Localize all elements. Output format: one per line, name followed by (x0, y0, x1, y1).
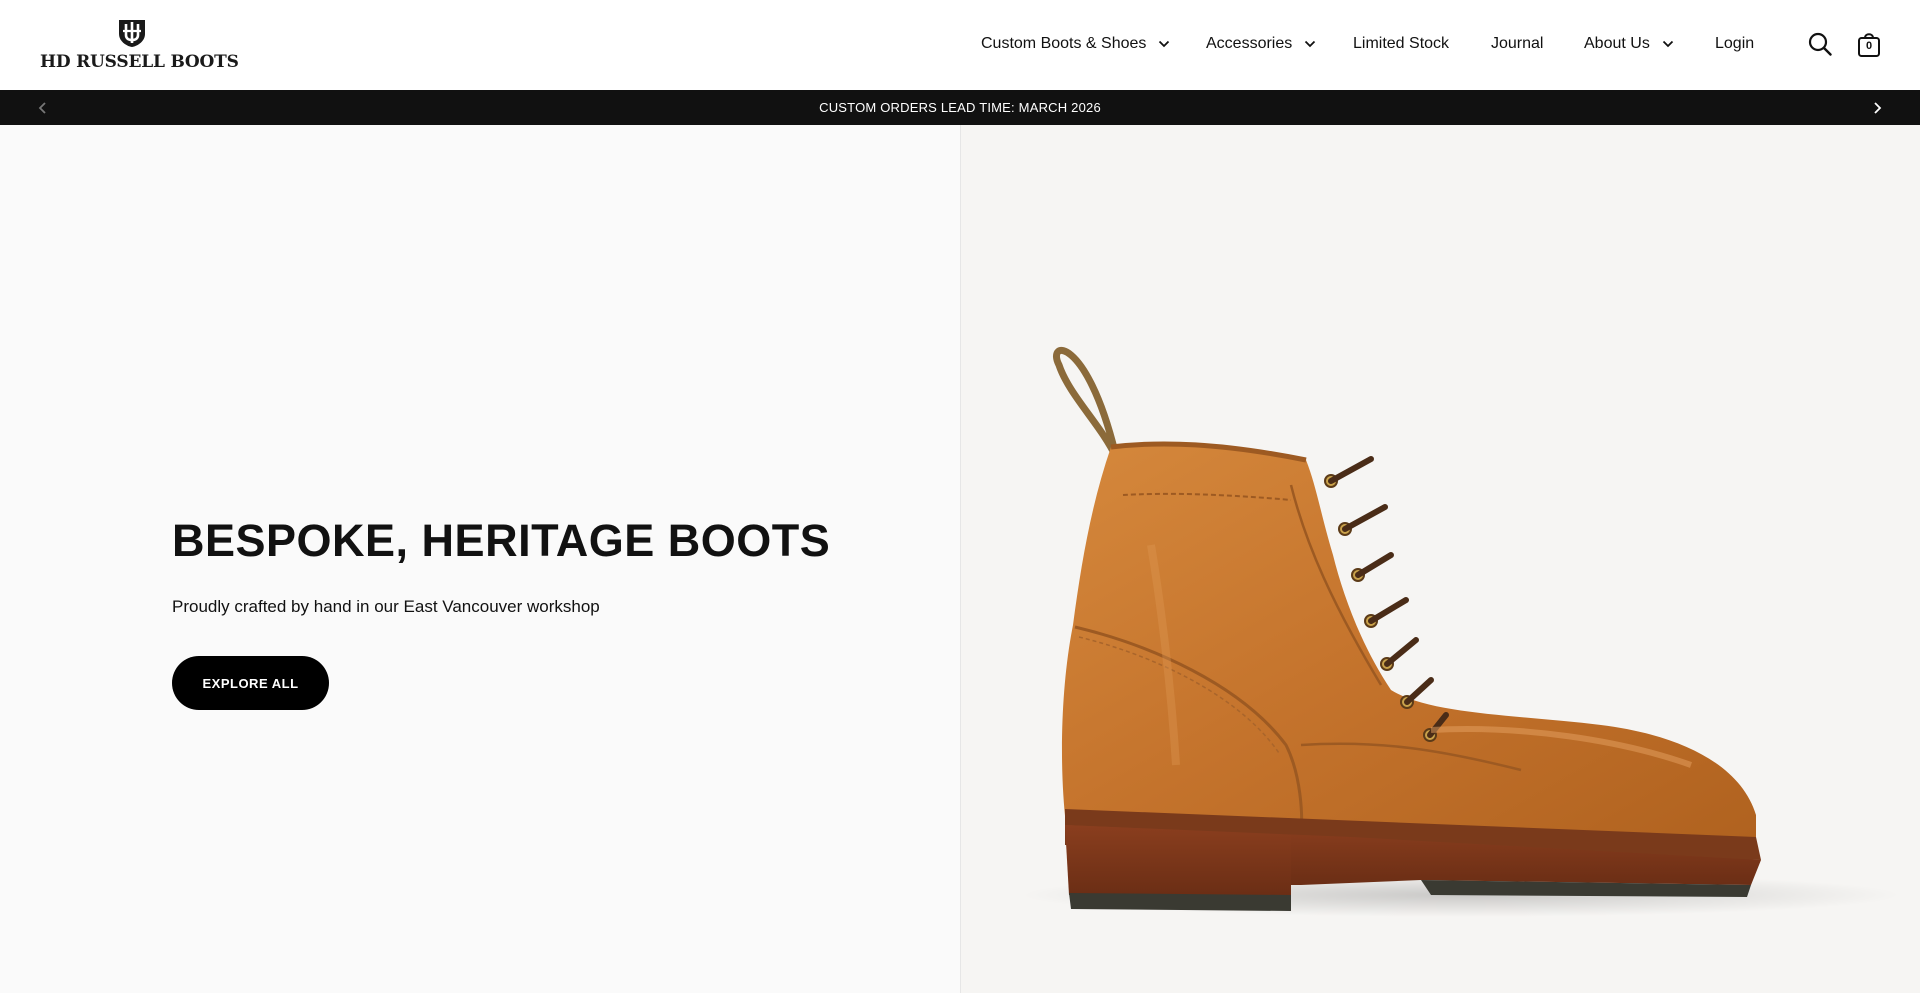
chevron-down-icon (1305, 40, 1316, 48)
nav-about-us[interactable]: About Us (1584, 35, 1674, 53)
nav-label: Limited Stock (1353, 35, 1450, 52)
cart-count: 0 (1865, 40, 1873, 52)
chevron-down-icon (1159, 40, 1170, 48)
shield-logo-icon (119, 20, 145, 47)
nav-journal[interactable]: Journal (1491, 35, 1543, 53)
hero-subtitle: Proudly crafted by hand in our East Vanc… (172, 597, 600, 616)
nav-label: Journal (1491, 35, 1544, 52)
nav-custom-boots-shoes[interactable]: Custom Boots & Shoes (981, 35, 1170, 53)
cart-button[interactable]: 0 (1857, 30, 1881, 58)
nav-login[interactable]: Login (1715, 35, 1754, 53)
hero-image-panel (960, 125, 1920, 993)
search-button[interactable] (1808, 32, 1832, 56)
nav-accessories[interactable]: Accessories (1206, 35, 1316, 53)
hero-title: BESPOKE, HERITAGE BOOTS (172, 515, 831, 566)
nav-label: Custom Boots & Shoes (981, 35, 1147, 52)
search-icon (1808, 32, 1832, 56)
nav-limited-stock[interactable]: Limited Stock (1353, 35, 1449, 53)
announcement-text: CUSTOM ORDERS LEAD TIME: MARCH 2026 (819, 100, 1101, 115)
nav-label: Login (1715, 35, 1755, 52)
nav-label: About Us (1584, 35, 1650, 52)
brand-name: HD RUSSELL BOOTS (40, 52, 239, 72)
chevron-right-icon[interactable] (1868, 99, 1886, 117)
site-header: HD RUSSELL BOOTS Custom Boots & Shoes Ac… (0, 0, 1920, 90)
boot-image (1021, 347, 1901, 917)
explore-all-button[interactable]: EXPLORE ALL (172, 656, 329, 710)
announcement-bar: CUSTOM ORDERS LEAD TIME: MARCH 2026 (0, 90, 1920, 125)
brand-logo[interactable]: HD RUSSELL BOOTS (40, 18, 239, 74)
chevron-down-icon (1662, 40, 1673, 48)
nav-label: Accessories (1206, 35, 1293, 52)
